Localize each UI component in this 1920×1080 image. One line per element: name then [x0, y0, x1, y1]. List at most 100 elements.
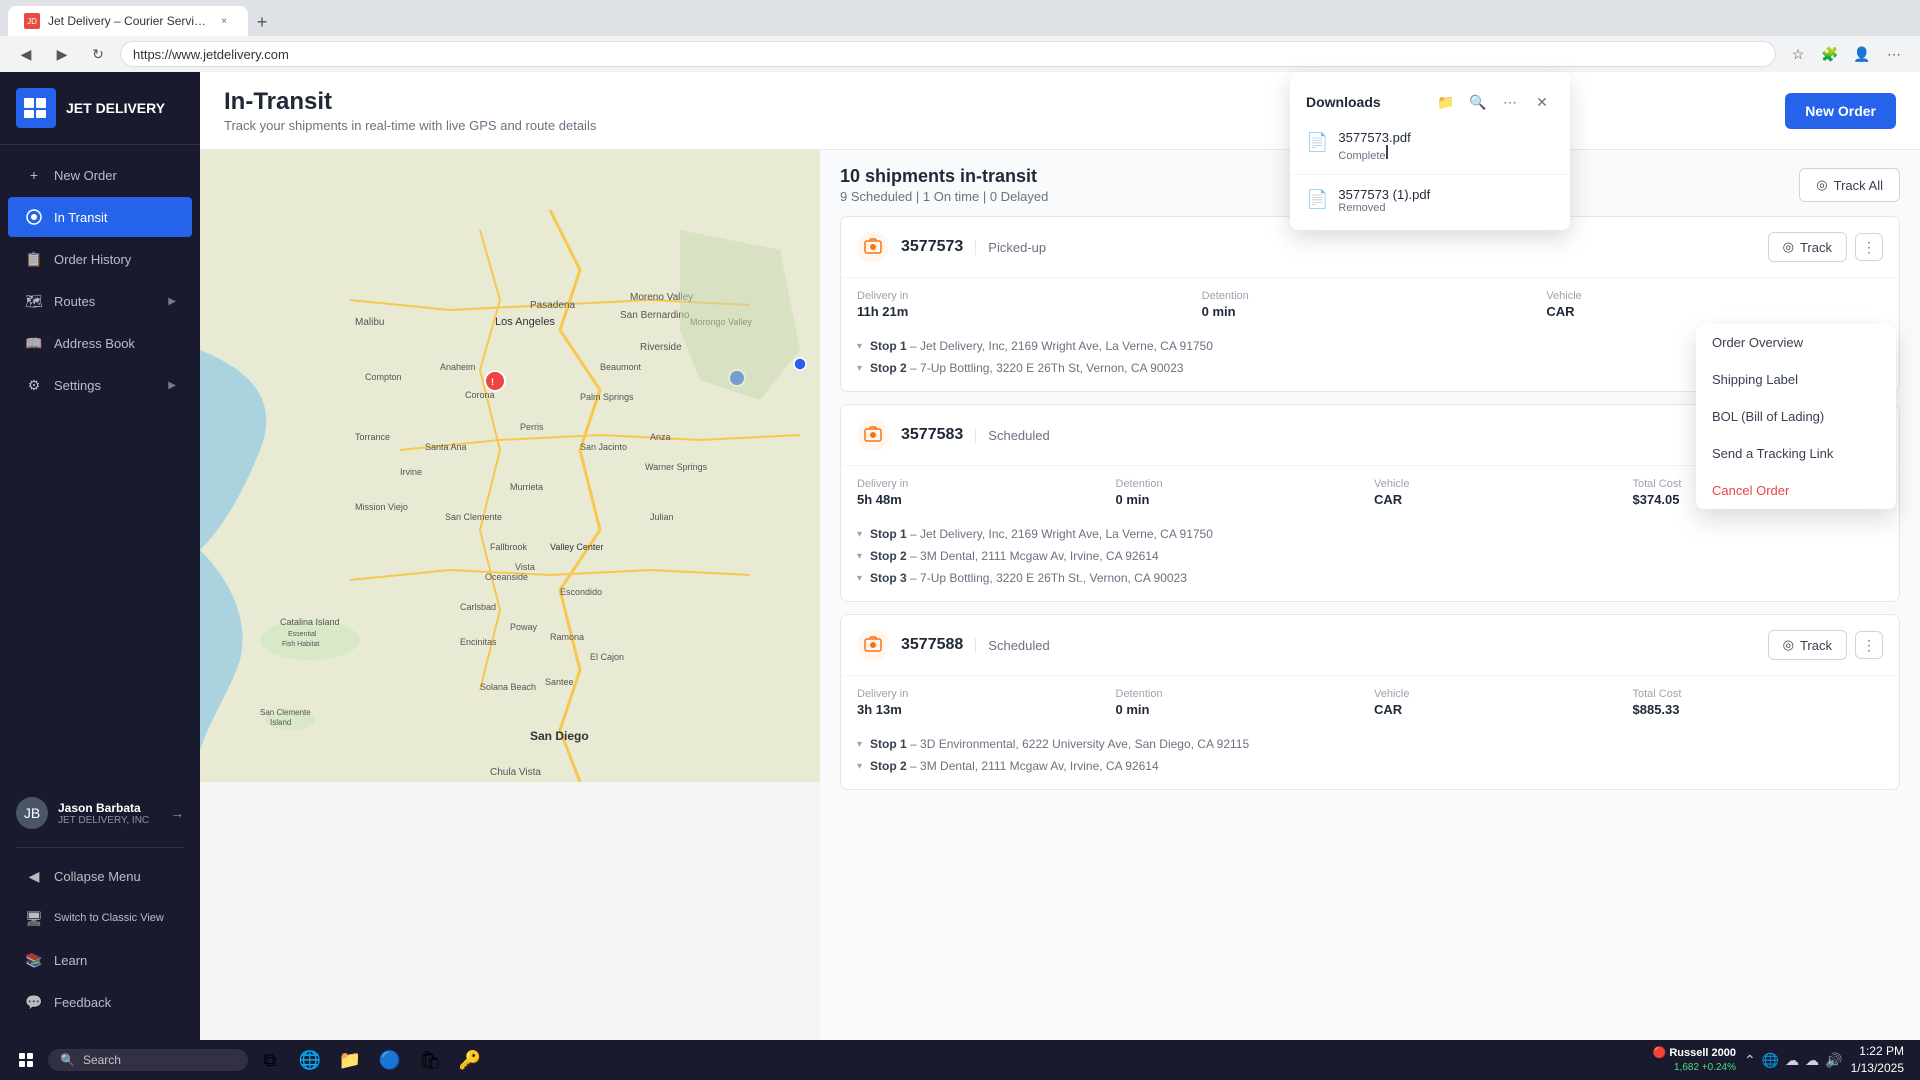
detail-value-delivery-1: 11h 21m — [857, 304, 1194, 319]
track-btn-label-1: Track — [1800, 240, 1832, 255]
stop-chevron-icon-3-1: ▾ — [857, 739, 862, 750]
taskbar-app-explorer[interactable]: 📁 — [332, 1042, 368, 1078]
tab-close-button[interactable]: × — [216, 13, 232, 29]
store-icon: 🛍 — [419, 1050, 442, 1071]
sidebar-item-address-book[interactable]: 📖 Address Book — [8, 323, 192, 363]
browser-chrome: JD Jet Delivery – Courier Service, Sa...… — [0, 0, 1920, 72]
detail-value-vehicle-3: CAR — [1374, 702, 1625, 717]
context-menu: Order Overview Shipping Label BOL (Bill … — [1696, 324, 1896, 509]
user-info[interactable]: JB Jason Barbata JET DELIVERY, INC → — [0, 787, 200, 839]
detail-label-delivery-2: Delivery in — [857, 478, 1108, 490]
taskbar-stock: 🔴 Russell 2000 1,682 +0.24% — [1653, 1046, 1736, 1073]
shipment-status-1: Picked-up — [975, 240, 1046, 255]
download-filename-2: 3577573 (1).pdf — [1338, 187, 1554, 202]
sidebar-item-feedback[interactable]: 💬 Feedback — [8, 982, 192, 1022]
star-icon[interactable]: ☆ — [1784, 40, 1812, 68]
downloads-search-icon[interactable]: 🔍 — [1466, 90, 1490, 114]
downloads-close-icon[interactable]: ✕ — [1530, 90, 1554, 114]
download-status-1: Complete — [1338, 145, 1554, 162]
track-all-button[interactable]: ◎ Track All — [1799, 168, 1900, 202]
classic-view-icon: 🖥 — [24, 908, 44, 928]
sidebar-item-label-feedback: Feedback — [54, 995, 111, 1010]
taskbar-app-password[interactable]: 🔑 — [452, 1042, 488, 1078]
download-item-1[interactable]: 📄 3577573.pdf Complete — [1290, 122, 1570, 170]
download-item-2[interactable]: 📄 3577573 (1).pdf Removed — [1290, 179, 1570, 222]
stop-chevron-icon-2-1: ▾ — [857, 529, 862, 540]
chrome-icon: 🔵 — [379, 1050, 401, 1071]
context-menu-item-shipping-label[interactable]: Shipping Label — [1696, 361, 1896, 398]
routes-icon: 🗺 — [24, 291, 44, 311]
logout-icon[interactable]: → — [170, 805, 184, 821]
context-menu-item-bol[interactable]: BOL (Bill of Lading) — [1696, 398, 1896, 435]
more-button-3[interactable]: ⋮ — [1855, 631, 1883, 659]
speaker-icon[interactable]: 🔊 — [1825, 1052, 1842, 1069]
collapse-icon: ◀ — [24, 866, 44, 886]
taskbar-search[interactable]: 🔍 Search — [48, 1049, 248, 1071]
track-button-3[interactable]: ◎ Track — [1768, 630, 1847, 660]
sidebar-item-order-history[interactable]: 📋 Order History — [8, 239, 192, 279]
detail-value-delivery-2: 5h 48m — [857, 492, 1108, 507]
taskbar-sys-icons: ⌃ 🌐 ☁ ☁ 🔊 — [1744, 1052, 1843, 1069]
detail-label-delivery-3: Delivery in — [857, 688, 1108, 700]
detail-value-vehicle-1: CAR — [1546, 304, 1883, 319]
new-order-button[interactable]: New Order — [1785, 93, 1896, 129]
download-info-2: 3577573 (1).pdf Removed — [1338, 187, 1554, 214]
chevron-up-icon[interactable]: ⌃ — [1744, 1052, 1756, 1069]
sidebar-bottom: JB Jason Barbata JET DELIVERY, INC → ◀ C… — [0, 779, 200, 1040]
cloud-icon[interactable]: ☁ — [1785, 1052, 1799, 1069]
back-button[interactable]: ◀ — [12, 40, 40, 68]
sidebar-logo: JET DELIVERY — [0, 72, 200, 145]
svg-text:San Jacinto: San Jacinto — [580, 442, 627, 452]
new-tab-button[interactable]: + — [248, 8, 276, 36]
shipment-icon-1 — [857, 231, 889, 263]
download-file-icon-2: 📄 — [1306, 189, 1328, 210]
svg-text:San Clemente: San Clemente — [445, 512, 502, 522]
taskbar-app-chrome[interactable]: 🔵 — [372, 1042, 408, 1078]
sidebar-item-label-routes: Routes — [54, 294, 95, 309]
detail-value-cost-3: $885.33 — [1633, 702, 1884, 717]
sidebar-item-collapse[interactable]: ◀ Collapse Menu — [8, 856, 192, 896]
context-menu-item-overview[interactable]: Order Overview — [1696, 324, 1896, 361]
taskbar-system: 🔴 Russell 2000 1,682 +0.24% ⌃ 🌐 ☁ ☁ 🔊 1:… — [1653, 1043, 1912, 1077]
taskbar-app-store[interactable]: 🛍 — [412, 1042, 448, 1078]
sidebar-item-new-order[interactable]: + New Order — [8, 155, 192, 195]
svg-text:El Cajon: El Cajon — [590, 652, 624, 662]
track-button-1[interactable]: ◎ Track — [1768, 232, 1847, 262]
svg-text:Valley Center: Valley Center — [550, 542, 603, 552]
sidebar-item-learn[interactable]: 📚 Learn — [8, 940, 192, 980]
detail-label-detention-1: Detention — [1202, 290, 1539, 302]
address-text: https://www.jetdelivery.com — [133, 47, 289, 62]
svg-text:Chula Vista: Chula Vista — [490, 767, 541, 778]
stock-name: 🔴 Russell 2000 — [1653, 1046, 1736, 1060]
downloads-folder-icon[interactable]: 📁 — [1434, 90, 1458, 114]
detail-label-delivery-1: Delivery in — [857, 290, 1194, 302]
more-menu-icon[interactable]: ⋯ — [1880, 40, 1908, 68]
taskbar-app-task-view[interactable]: ⧉ — [252, 1042, 288, 1078]
forward-button[interactable]: ▶ — [48, 40, 76, 68]
context-menu-item-cancel[interactable]: Cancel Order — [1696, 472, 1896, 509]
taskbar-app-edge[interactable]: 🌐 — [292, 1042, 328, 1078]
onedrive-icon[interactable]: ☁ — [1805, 1052, 1819, 1069]
stock-change: 1,682 +0.24% — [1653, 1061, 1736, 1074]
svg-text:Encinitas: Encinitas — [460, 637, 497, 647]
stop-chevron-icon-2-3: ▾ — [857, 573, 862, 584]
profile-icon[interactable]: 👤 — [1848, 40, 1876, 68]
sidebar-item-in-transit[interactable]: In Transit — [8, 197, 192, 237]
browser-tab-active[interactable]: JD Jet Delivery – Courier Service, Sa...… — [8, 6, 248, 36]
downloads-more-icon[interactable]: ⋯ — [1498, 90, 1522, 114]
stop-text-2-1: Stop 1 – Jet Delivery, Inc, 2169 Wright … — [870, 527, 1213, 541]
network-icon[interactable]: 🌐 — [1762, 1052, 1779, 1069]
sidebar-item-classic-view[interactable]: 🖥 Switch to Classic View — [8, 898, 192, 938]
extensions-icon[interactable]: 🧩 — [1816, 40, 1844, 68]
address-bar[interactable]: https://www.jetdelivery.com — [120, 41, 1776, 67]
refresh-button[interactable]: ↻ — [84, 40, 112, 68]
start-button[interactable] — [8, 1042, 44, 1078]
more-button-1[interactable]: ⋮ — [1855, 233, 1883, 261]
download-file-icon-1: 📄 — [1306, 132, 1328, 153]
sidebar-item-settings[interactable]: ⚙ Settings ▶ — [8, 365, 192, 405]
context-menu-item-tracking-link[interactable]: Send a Tracking Link — [1696, 435, 1896, 472]
svg-text:Anza: Anza — [650, 432, 671, 442]
taskbar-clock[interactable]: 1:22 PM 1/13/2025 — [1851, 1043, 1912, 1077]
svg-text:Mission Viejo: Mission Viejo — [355, 502, 408, 512]
sidebar-item-routes[interactable]: 🗺 Routes ▶ — [8, 281, 192, 321]
